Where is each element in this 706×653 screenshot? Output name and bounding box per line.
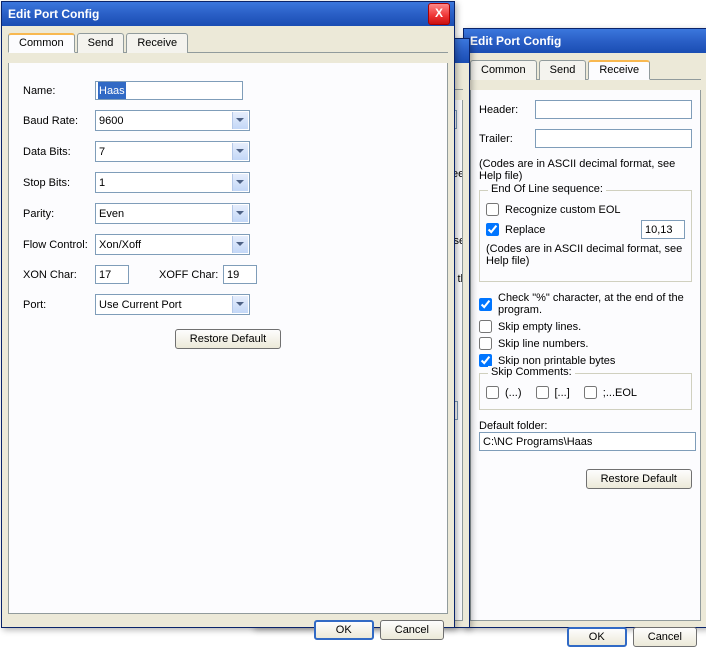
comment-brack-label: [...] <box>555 387 570 399</box>
stopbits-value: 1 <box>99 177 105 189</box>
skip-empty-checkbox[interactable] <box>479 320 492 333</box>
check-percent-label: Check "%" character, at the end of the p… <box>498 292 692 316</box>
default-folder-input[interactable] <box>479 432 696 451</box>
tab-receive[interactable]: Receive <box>126 33 188 53</box>
comment-eol-checkbox[interactable] <box>584 386 597 399</box>
ascii-note-2: (Codes are in ASCII decimal format, see … <box>486 243 685 267</box>
ascii-note: (Codes are in ASCII decimal format, see … <box>479 158 692 182</box>
title-bar[interactable]: Edit Port Config <box>464 29 706 53</box>
restore-default-button[interactable]: Restore Default <box>175 329 281 349</box>
tab-common[interactable]: Common <box>470 60 537 80</box>
header-label: Header: <box>479 104 535 116</box>
title-text: Edit Port Config <box>8 7 99 21</box>
ok-button[interactable]: OK <box>314 620 374 640</box>
dialog-common: Edit Port Config X Common Send Receive N… <box>1 1 455 628</box>
comment-paren-checkbox[interactable] <box>486 386 499 399</box>
name-input[interactable] <box>95 81 243 100</box>
check-percent-checkbox[interactable] <box>479 298 492 311</box>
header-input[interactable] <box>535 100 692 119</box>
comment-paren-label: (...) <box>505 387 522 399</box>
trailer-input[interactable] <box>535 129 692 148</box>
tab-common[interactable]: Common <box>8 33 75 53</box>
tab-send[interactable]: Send <box>77 33 125 53</box>
close-button[interactable]: X <box>428 3 450 25</box>
xoff-input[interactable] <box>223 265 257 284</box>
xoff-label: XOFF Char: <box>159 269 223 281</box>
tab-send[interactable]: Send <box>539 60 587 80</box>
skip-comments-legend: Skip Comments: <box>488 366 575 378</box>
default-folder-label: Default folder: <box>479 420 692 432</box>
baud-label: Baud Rate: <box>23 115 95 127</box>
recognize-eol-checkbox[interactable] <box>486 203 499 216</box>
title-bar[interactable]: Edit Port Config X <box>2 2 454 26</box>
title-text: Edit Port Config <box>470 34 561 48</box>
skip-comments-group: Skip Comments: (...) [...] ;...EOL <box>479 373 692 410</box>
skip-empty-label: Skip empty lines. <box>498 321 581 333</box>
stopbits-label: Stop Bits: <box>23 177 95 189</box>
parity-value: Even <box>99 208 124 220</box>
replace-label: Replace <box>505 224 545 236</box>
baud-select[interactable]: 9600 <box>95 110 250 131</box>
port-select[interactable]: Use Current Port <box>95 294 250 315</box>
baud-value: 9600 <box>99 115 123 127</box>
flow-label: Flow Control: <box>23 239 95 251</box>
port-value: Use Current Port <box>99 299 182 311</box>
xon-label: XON Char: <box>23 269 95 281</box>
databits-select[interactable]: 7 <box>95 141 250 162</box>
restore-default-button[interactable]: Restore Default <box>586 469 692 489</box>
tab-strip: Common Send Receive <box>470 59 701 80</box>
skip-nonprint-label: Skip non printable bytes <box>498 355 615 367</box>
databits-label: Data Bits: <box>23 146 95 158</box>
flow-value: Xon/Xoff <box>99 239 141 251</box>
cancel-button[interactable]: Cancel <box>380 620 444 640</box>
cancel-button[interactable]: Cancel <box>633 627 697 647</box>
tab-receive[interactable]: Receive <box>588 60 650 80</box>
skip-lineno-label: Skip line numbers. <box>498 338 589 350</box>
replace-checkbox[interactable] <box>486 223 499 236</box>
parity-label: Parity: <box>23 208 95 220</box>
trailer-label: Trailer: <box>479 133 535 145</box>
parity-select[interactable]: Even <box>95 203 250 224</box>
comment-brack-checkbox[interactable] <box>536 386 549 399</box>
xon-input[interactable] <box>95 265 129 284</box>
port-label: Port: <box>23 299 95 311</box>
databits-value: 7 <box>99 146 105 158</box>
replace-input[interactable] <box>641 220 685 239</box>
name-label: Name: <box>23 85 95 97</box>
ok-button[interactable]: OK <box>567 627 627 647</box>
skip-lineno-checkbox[interactable] <box>479 337 492 350</box>
tab-strip: Common Send Receive <box>8 32 448 53</box>
dialog-receive: Edit Port Config Common Send Receive Hea… <box>463 28 706 628</box>
eol-group: End Of Line sequence: Recognize custom E… <box>479 190 692 282</box>
recognize-eol-label: Recognize custom EOL <box>505 204 621 216</box>
eol-legend: End Of Line sequence: <box>488 183 606 195</box>
comment-eol-label: ;...EOL <box>603 387 637 399</box>
flow-select[interactable]: Xon/Xoff <box>95 234 250 255</box>
stopbits-select[interactable]: 1 <box>95 172 250 193</box>
